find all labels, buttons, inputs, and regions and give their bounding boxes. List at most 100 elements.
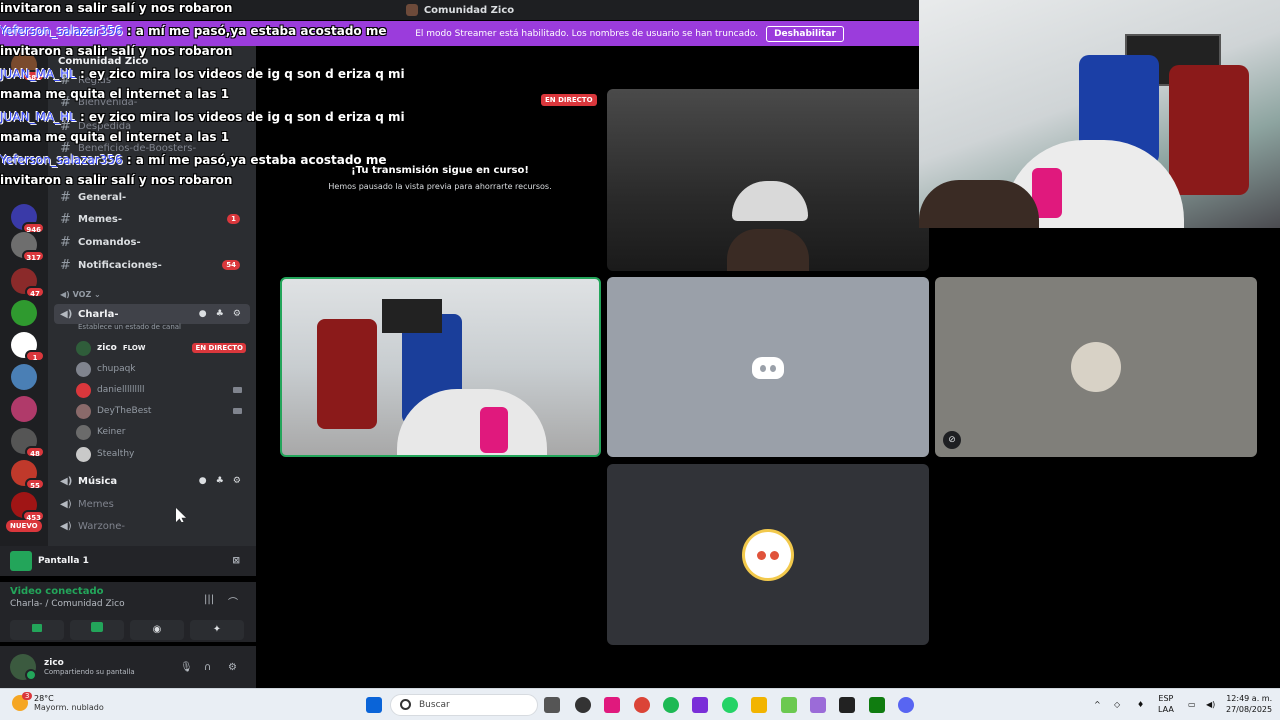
voice-category[interactable]: ◀) VOZ ⌄ bbox=[60, 290, 101, 299]
voice-channel-memes[interactable]: ◀) Memes bbox=[54, 494, 250, 514]
avatar[interactable] bbox=[10, 654, 37, 681]
close-preview-icon[interactable]: ⊠ bbox=[232, 556, 240, 566]
app-icon[interactable] bbox=[781, 697, 797, 713]
app-icon[interactable] bbox=[839, 697, 855, 713]
server-icon[interactable]: 48 bbox=[11, 428, 45, 458]
video-tile-user[interactable]: ⊘ bbox=[935, 277, 1257, 457]
screen-share-panel: Pantalla 1 ⊠ bbox=[0, 546, 256, 576]
wifi-icon[interactable]: ▭ bbox=[1188, 699, 1196, 710]
new-badge: NUEVO bbox=[6, 520, 42, 532]
window-titlebar: Comunidad Zico bbox=[0, 0, 920, 20]
channel-item-comandos[interactable]: # Comandos- bbox=[48, 232, 248, 252]
channel-item[interactable]: # Despedida bbox=[48, 116, 248, 136]
channel-item[interactable]: # Beneficios-de-Boosters- bbox=[48, 138, 248, 158]
server-icon[interactable]: 47 bbox=[11, 268, 45, 298]
hash-icon: # bbox=[60, 257, 71, 273]
microphone-icon[interactable]: 🎙 bbox=[180, 662, 193, 673]
voice-channel-label: Música bbox=[78, 475, 118, 487]
channel-label: Notificaciones- bbox=[78, 259, 162, 271]
voice-member[interactable]: Stealthy bbox=[76, 444, 250, 464]
channel-item[interactable]: # Reglas bbox=[48, 70, 248, 90]
user-panel: zico Compartiendo su pantalla 🎙 ∩ ⚙ bbox=[0, 646, 256, 688]
volume-icon[interactable]: ◀) bbox=[1206, 699, 1215, 710]
xbox-icon[interactable] bbox=[869, 697, 885, 713]
server-icon[interactable] bbox=[11, 300, 37, 326]
server-icon[interactable]: 1 bbox=[11, 332, 45, 362]
channel-status[interactable]: Establece un estado de canal bbox=[78, 323, 181, 331]
voice-member[interactable]: Keiner bbox=[76, 422, 250, 442]
server-icon[interactable] bbox=[11, 364, 37, 390]
taskbar-search[interactable]: Buscar bbox=[390, 694, 538, 716]
server-icon[interactable]: 946 bbox=[11, 204, 45, 234]
microphone-icon[interactable]: ♦ bbox=[1137, 699, 1144, 710]
noise-suppression-icon[interactable]: ||| bbox=[204, 594, 214, 605]
channel-item[interactable]: # Bienvenida- bbox=[48, 92, 248, 112]
voice-member[interactable]: danielllllllll bbox=[76, 380, 250, 400]
headphones-icon[interactable]: ∩ bbox=[204, 662, 211, 673]
windows-start-icon[interactable] bbox=[366, 697, 382, 713]
folder-icon[interactable] bbox=[751, 697, 767, 713]
microphone-light bbox=[480, 407, 508, 453]
member-name: danielllllllll bbox=[97, 385, 145, 395]
video-tile-bot[interactable] bbox=[607, 464, 929, 645]
voice-member[interactable]: DeyTheBest bbox=[76, 401, 250, 421]
discord-icon[interactable] bbox=[898, 697, 914, 713]
text-app-icon[interactable] bbox=[692, 697, 708, 713]
server-icon[interactable]: 682 bbox=[11, 52, 45, 82]
video-tile-stream[interactable] bbox=[607, 89, 929, 271]
channel-item-notificaciones[interactable]: # Notificaciones- 54 bbox=[48, 255, 248, 275]
spotify-icon[interactable] bbox=[663, 697, 679, 713]
screen-share-button[interactable] bbox=[70, 620, 124, 640]
gear-icon[interactable]: ⚙ bbox=[228, 662, 237, 673]
voice-channel-musica[interactable]: ◀) Música ● ♣ ⚙ bbox=[54, 471, 250, 491]
channel-item-memes[interactable]: # Memes- 1 bbox=[48, 209, 248, 229]
avatar bbox=[76, 382, 91, 398]
app-icon[interactable] bbox=[810, 697, 826, 713]
whatsapp-icon[interactable] bbox=[722, 697, 738, 713]
chrome-icon[interactable] bbox=[634, 697, 650, 713]
channel-tools-icon[interactable]: ● ♣ ⚙ bbox=[199, 476, 244, 486]
soundboard-button[interactable]: ✦ bbox=[190, 620, 244, 640]
task-view-icon[interactable] bbox=[544, 697, 560, 713]
chevron-up-icon[interactable]: ^ bbox=[1094, 699, 1101, 710]
screen: Comunidad Zico El modo Streamer está hab… bbox=[0, 0, 1280, 720]
server-icon[interactable]: 317 bbox=[11, 232, 45, 262]
camera-icon bbox=[233, 408, 242, 414]
weather-desc: Mayorm. nublado bbox=[34, 703, 104, 712]
member-name: Stealthy bbox=[97, 449, 135, 459]
voice-channel-warzone[interactable]: ◀) Warzone- bbox=[54, 516, 250, 536]
speaker-icon: ◀) bbox=[60, 308, 73, 320]
server-icon[interactable]: 453 bbox=[11, 492, 45, 522]
speaker-icon: ◀) bbox=[60, 290, 73, 299]
disable-streamer-button[interactable]: Deshabilitar bbox=[766, 25, 844, 42]
screen-share-icon bbox=[91, 622, 103, 632]
video-tile-self[interactable] bbox=[280, 277, 601, 457]
network-icon[interactable]: ◇ bbox=[1114, 699, 1120, 710]
server-icon[interactable] bbox=[11, 396, 37, 422]
weather-widget[interactable]: 3 28°C Mayorm. nublado bbox=[12, 692, 104, 712]
clock-date: 27/08/2025 bbox=[1226, 705, 1273, 714]
disconnect-icon[interactable]: ⌒ bbox=[228, 594, 238, 609]
voice-member[interactable]: chupaqk bbox=[76, 359, 250, 379]
monitor bbox=[382, 299, 442, 333]
app-icon[interactable] bbox=[575, 697, 591, 713]
hash-icon: # bbox=[60, 211, 71, 227]
clock-time: 12:49 a. m. bbox=[1226, 694, 1273, 703]
language-indicator[interactable]: ESP LAA bbox=[1158, 693, 1174, 715]
voice-channel-charla[interactable]: ◀) Charla- ● ♣ ⚙ bbox=[54, 304, 250, 324]
activity-button[interactable]: ◉ bbox=[130, 620, 184, 640]
channel-tools-icon[interactable]: ● ♣ ⚙ bbox=[199, 309, 244, 319]
voice-member[interactable]: zico FLOW EN DIRECTO bbox=[76, 338, 250, 358]
server-icon[interactable]: 55 bbox=[11, 460, 45, 490]
member-name: chupaqk bbox=[97, 364, 136, 374]
hash-icon: # bbox=[60, 234, 71, 250]
window-title: Comunidad Zico bbox=[423, 4, 515, 16]
video-tile-audio[interactable] bbox=[607, 277, 929, 457]
camera-button[interactable] bbox=[10, 620, 64, 640]
server-name[interactable]: Comunidad Zico bbox=[58, 56, 148, 67]
discord-icon bbox=[752, 357, 784, 379]
voice-actions: ◉ ✦ bbox=[0, 620, 256, 642]
channel-item-general[interactable]: # General- bbox=[48, 187, 248, 207]
tiktok-icon[interactable] bbox=[604, 697, 620, 713]
clock[interactable]: 12:49 a. m. 27/08/2025 bbox=[1226, 693, 1272, 715]
